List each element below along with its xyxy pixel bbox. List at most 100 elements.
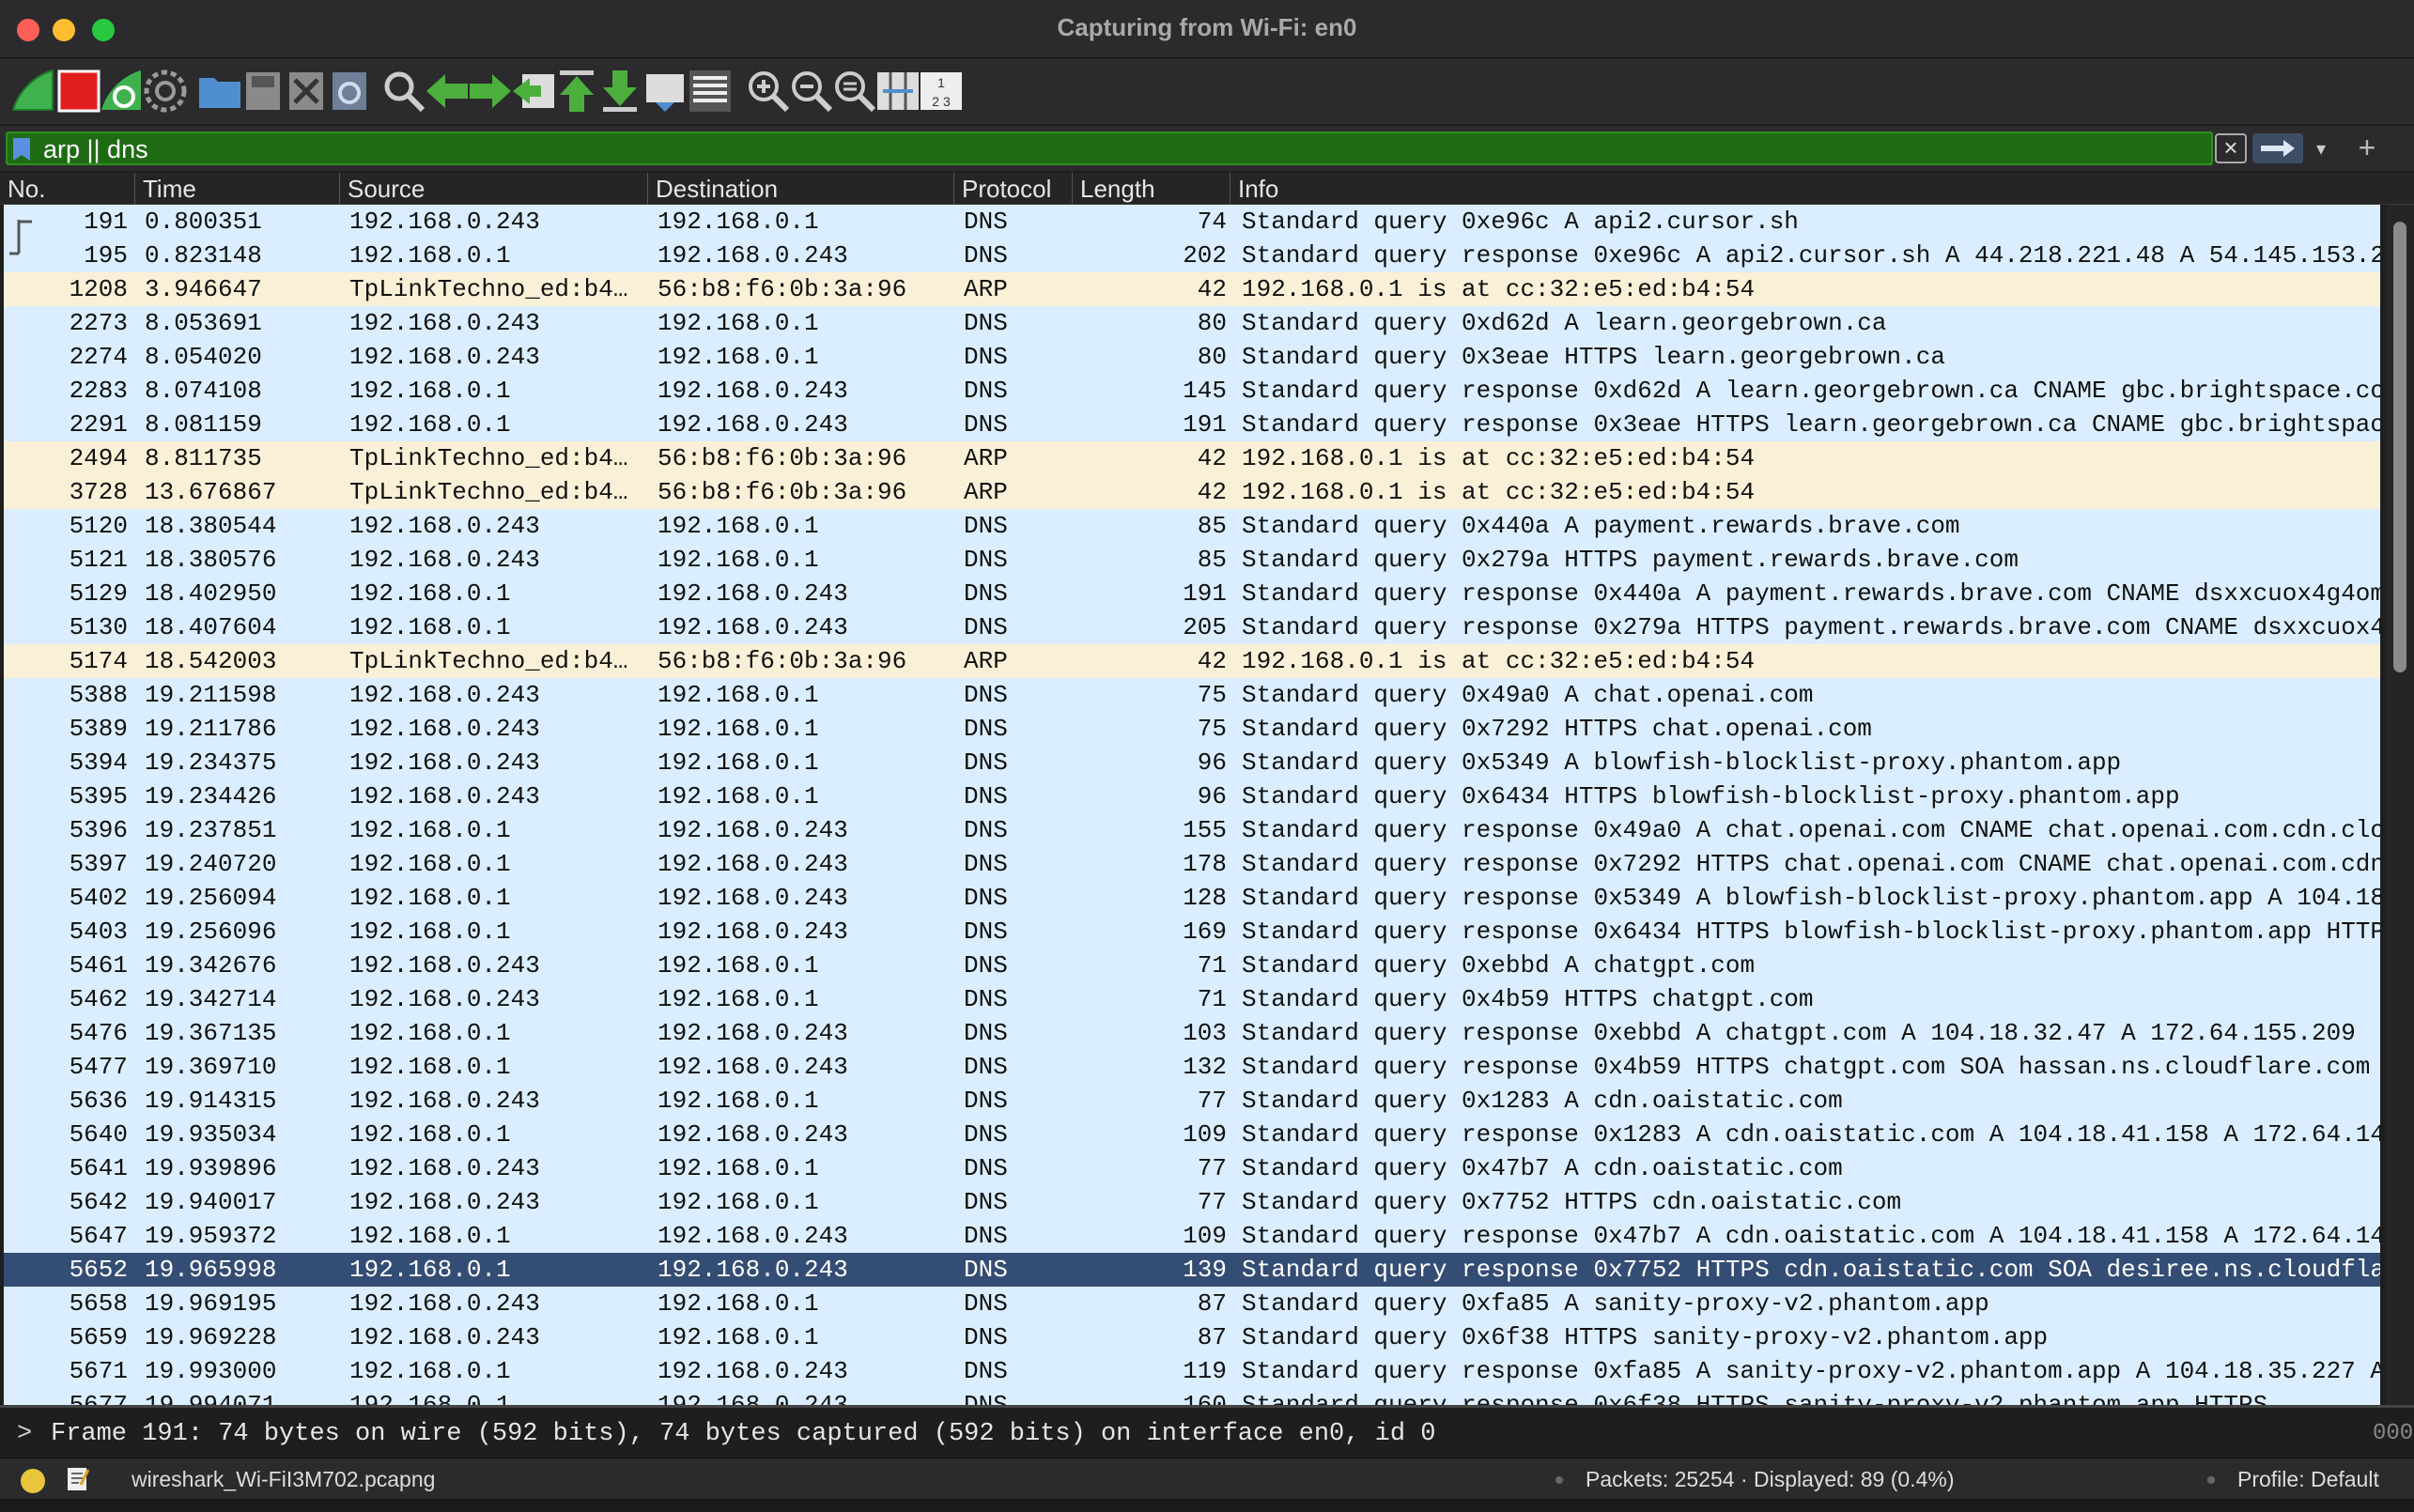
packet-source: 192.168.0.1 <box>349 1222 511 1250</box>
packet-row-selected[interactable]: 5652 19.965998 192.168.0.1 192.168.0.243 DNS… <box>4 1253 2380 1287</box>
packet-row[interactable]: 5389 19.211786 192.168.0.243 192.168.0.1 DNS… <box>4 712 2380 746</box>
packet-number: 5396 <box>69 816 128 844</box>
packet-row[interactable]: 5403 19.256096 192.168.0.1 192.168.0.243 DNS… <box>4 915 2380 949</box>
packet-list-scrollbar[interactable] <box>2386 205 2414 1405</box>
window-bottom-edge <box>0 1499 2414 1512</box>
packet-row[interactable]: 5130 18.407604 192.168.0.1 192.168.0.243 DNS… <box>4 610 2380 644</box>
packet-info: Standard query 0xebbd A chatgpt.com <box>1242 951 1756 980</box>
ordinal-columns-button[interactable]: 12 3 <box>915 66 967 116</box>
packet-source: TpLinkTechno_ed:b4… <box>349 647 628 675</box>
packet-info: Standard query response 0x4b59 HTTPS cha… <box>1242 1053 2371 1081</box>
packet-protocol: ARP <box>964 647 1008 675</box>
packet-source: 192.168.0.1 <box>349 1256 511 1284</box>
apply-arrow-icon <box>2261 140 2295 157</box>
packet-info: Standard query response 0x1283 A cdn.oai… <box>1242 1120 2380 1149</box>
packet-protocol: DNS <box>964 1053 1008 1081</box>
filter-apply-button[interactable] <box>2252 133 2303 163</box>
packet-length: 75 <box>1197 681 1227 709</box>
packet-protocol: DNS <box>964 1256 1008 1284</box>
packet-protocol: DNS <box>964 1154 1008 1182</box>
column-header-protocol[interactable]: Protocol <box>954 173 1073 205</box>
packet-row[interactable]: 5636 19.914315 192.168.0.243 192.168.0.1 DNS… <box>4 1084 2380 1118</box>
packet-number: 5397 <box>69 850 128 878</box>
filter-bookmark-icon[interactable] <box>13 138 30 161</box>
packet-info: Standard query response 0xebbd A chatgpt… <box>1242 1019 2356 1047</box>
packet-destination: 192.168.0.243 <box>658 241 848 270</box>
packet-time: 19.965998 <box>145 1256 277 1284</box>
filter-clear-button[interactable]: × <box>2215 133 2247 163</box>
packet-info: Standard query 0x440a A payment.rewards.… <box>1242 512 1960 540</box>
column-header-time[interactable]: Time <box>135 173 340 205</box>
filter-history-dropdown[interactable]: ▾ <box>2307 135 2335 163</box>
packet-length: 77 <box>1197 1154 1227 1182</box>
packet-row[interactable]: 5388 19.211598 192.168.0.243 192.168.0.1 DNS… <box>4 678 2380 712</box>
packet-row[interactable]: 2494 8.811735 TpLinkTechno_ed:b4… 56:b8:f6:… <box>4 441 2380 475</box>
column-header-info[interactable]: Info <box>1230 173 2386 205</box>
packet-row[interactable]: 5476 19.367135 192.168.0.1 192.168.0.243 DNS… <box>4 1016 2380 1050</box>
packet-protocol: DNS <box>964 410 1008 439</box>
packet-source: 192.168.0.243 <box>349 782 540 810</box>
packet-row[interactable]: 5462 19.342714 192.168.0.243 192.168.0.1 DNS… <box>4 982 2380 1016</box>
packet-time: 13.676867 <box>145 478 277 506</box>
capture-comment-icon[interactable] <box>66 1466 90 1492</box>
expert-info-indicator-icon[interactable] <box>21 1469 45 1493</box>
packet-row[interactable]: 5121 18.380576 192.168.0.243 192.168.0.1 DNS… <box>4 543 2380 577</box>
add-filter-button[interactable]: + <box>2348 130 2386 165</box>
packet-destination: 192.168.0.243 <box>658 850 848 878</box>
packet-row[interactable]: 5642 19.940017 192.168.0.243 192.168.0.1 DNS… <box>4 1185 2380 1219</box>
capture-options-button[interactable] <box>139 66 192 116</box>
packet-row[interactable]: 5640 19.935034 192.168.0.1 192.168.0.243 DNS… <box>4 1118 2380 1151</box>
display-filter-input[interactable] <box>43 135 2204 163</box>
packet-source: 192.168.0.243 <box>349 343 540 371</box>
packet-number: 5121 <box>69 546 128 574</box>
packet-row[interactable]: 5477 19.369710 192.168.0.1 192.168.0.243 DNS… <box>4 1050 2380 1084</box>
packet-list-pane: No. Time Source Destination Protocol Len… <box>0 173 2414 1405</box>
detail-frame-summary: Frame 191: 74 bytes on wire (592 bits), … <box>51 1420 1436 1448</box>
packet-row[interactable]: 5671 19.993000 192.168.0.1 192.168.0.243 DNS… <box>4 1354 2380 1388</box>
packet-length: 42 <box>1197 275 1227 303</box>
packet-row[interactable]: 5174 18.542003 TpLinkTechno_ed:b4… 56:b8:f6… <box>4 644 2380 678</box>
packet-row[interactable]: 195 0.823148 192.168.0.1 192.168.0.243 DNS 20… <box>4 239 2380 272</box>
packet-row[interactable]: 2291 8.081159 192.168.0.1 192.168.0.243 DNS 1… <box>4 408 2380 441</box>
column-header-destination[interactable]: Destination <box>648 173 954 205</box>
packet-row[interactable]: 2274 8.054020 192.168.0.243 192.168.0.1 DNS 8… <box>4 340 2380 374</box>
packet-row[interactable]: 3728 13.676867 TpLinkTechno_ed:b4… 56:b8:f6… <box>4 475 2380 509</box>
packet-row[interactable]: 2283 8.074108 192.168.0.1 192.168.0.243 DNS 1… <box>4 374 2380 408</box>
packet-row[interactable]: 5659 19.969228 192.168.0.243 192.168.0.1 DNS… <box>4 1320 2380 1354</box>
status-profile[interactable]: Profile: Default <box>2237 1467 2379 1492</box>
packet-info: Standard query 0x4b59 HTTPS chatgpt.com <box>1242 985 1814 1013</box>
packet-protocol: DNS <box>964 208 1008 236</box>
packet-row[interactable]: 5647 19.959372 192.168.0.1 192.168.0.243 DNS… <box>4 1219 2380 1253</box>
packet-row[interactable]: 5397 19.240720 192.168.0.1 192.168.0.243 DNS… <box>4 847 2380 881</box>
packet-row[interactable]: 2273 8.053691 192.168.0.243 192.168.0.1 DNS 8… <box>4 306 2380 340</box>
detail-tree-item-frame[interactable]: > Frame 191: 74 bytes on wire (592 bits)… <box>0 1415 2367 1453</box>
column-header-source[interactable]: Source <box>340 173 648 205</box>
packet-info: Standard query 0x1283 A cdn.oaistatic.co… <box>1242 1087 1843 1115</box>
packet-source: 192.168.0.243 <box>349 951 540 980</box>
display-filter-bar <box>0 126 2414 171</box>
packet-time: 19.234426 <box>145 782 277 810</box>
scrollbar-thumb[interactable] <box>2393 222 2406 672</box>
reload-file-button[interactable] <box>323 66 376 116</box>
expand-chevron-icon[interactable]: > <box>17 1415 32 1453</box>
packet-row[interactable]: 5677 19.994071 192.168.0.1 192.168.0.243 DNS… <box>4 1388 2380 1405</box>
column-header-no[interactable]: No. <box>0 173 135 205</box>
packet-row[interactable]: 5641 19.939896 192.168.0.243 192.168.0.1 DNS… <box>4 1151 2380 1185</box>
packet-destination: 192.168.0.243 <box>658 1222 848 1250</box>
packet-length: 103 <box>1183 1019 1227 1047</box>
packet-row[interactable]: 5461 19.342676 192.168.0.243 192.168.0.1 DNS… <box>4 949 2380 982</box>
packet-row[interactable]: 5402 19.256094 192.168.0.1 192.168.0.243 DNS… <box>4 881 2380 915</box>
packet-row[interactable]: 5120 18.380544 192.168.0.243 192.168.0.1 DNS… <box>4 509 2380 543</box>
packet-row[interactable]: 5658 19.969195 192.168.0.243 192.168.0.1 DNS… <box>4 1287 2380 1320</box>
packet-row[interactable]: 5394 19.234375 192.168.0.243 192.168.0.1 DNS… <box>4 746 2380 779</box>
packet-row[interactable]: 5396 19.237851 192.168.0.1 192.168.0.243 DNS… <box>4 813 2380 847</box>
packet-source: 192.168.0.243 <box>349 1087 540 1115</box>
packet-row[interactable]: 5395 19.234426 192.168.0.243 192.168.0.1 DNS… <box>4 779 2380 813</box>
colorize-list-button[interactable] <box>684 66 736 116</box>
packet-row[interactable]: 5129 18.402950 192.168.0.1 192.168.0.243 DNS… <box>4 577 2380 610</box>
column-header-length[interactable]: Length <box>1073 173 1230 205</box>
packet-info: Standard query 0x47b7 A cdn.oaistatic.co… <box>1242 1154 1843 1182</box>
packet-destination: 56:b8:f6:0b:3a:96 <box>658 478 907 506</box>
packet-row[interactable]: 1208 3.946647 TpLinkTechno_ed:b4… 56:b8:f6:… <box>4 272 2380 306</box>
packet-row[interactable]: 191 0.800351 192.168.0.243 192.168.0.1 DNS 74… <box>4 205 2380 239</box>
